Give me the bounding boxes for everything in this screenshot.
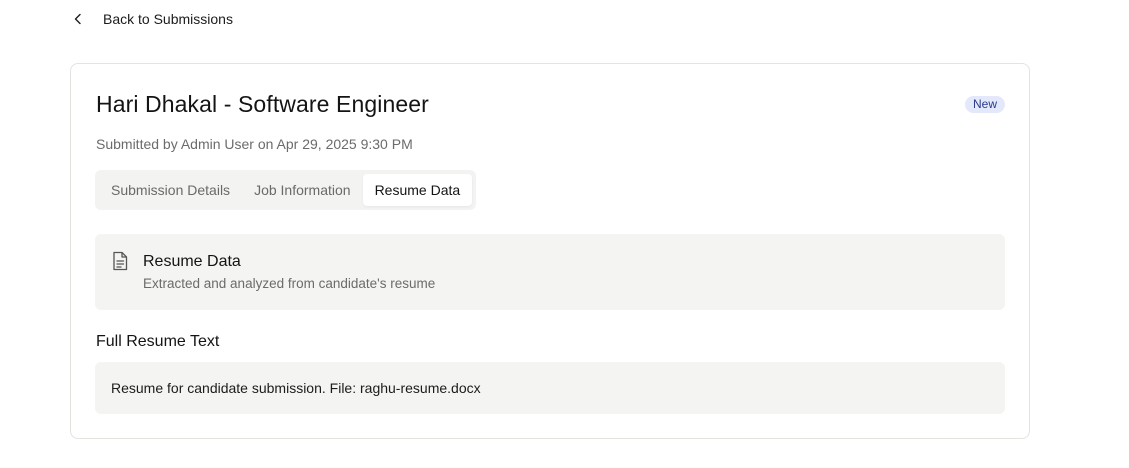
- tab-list: Submission Details Job Information Resum…: [95, 170, 477, 210]
- resume-panel-description: Extracted and analyzed from candidate's …: [143, 276, 436, 291]
- submission-meta: Submitted by Admin User on Apr 29, 2025 …: [96, 136, 413, 152]
- resume-text-content: Resume for candidate submission. File: r…: [95, 362, 1005, 414]
- resume-panel-title: Resume Data: [143, 253, 241, 270]
- document-icon: [111, 251, 129, 271]
- tab-resume-data[interactable]: Resume Data: [362, 174, 473, 206]
- full-resume-text-heading: Full Resume Text: [96, 333, 220, 350]
- back-to-submissions-link[interactable]: Back to Submissions: [70, 8, 233, 30]
- tab-job-information[interactable]: Job Information: [242, 174, 363, 206]
- page-title: Hari Dhakal - Software Engineer: [96, 91, 429, 117]
- chevron-left-icon: [70, 11, 86, 27]
- submission-page: Back to Submissions Hari Dhakal - Softwa…: [0, 0, 1129, 468]
- status-badge: New: [964, 96, 1005, 113]
- submission-card: Hari Dhakal - Software Engineer New Subm…: [70, 63, 1030, 439]
- tab-submission-details[interactable]: Submission Details: [99, 174, 242, 206]
- back-link-label: Back to Submissions: [103, 11, 233, 27]
- resume-data-panel: Resume Data Extracted and analyzed from …: [95, 234, 1005, 310]
